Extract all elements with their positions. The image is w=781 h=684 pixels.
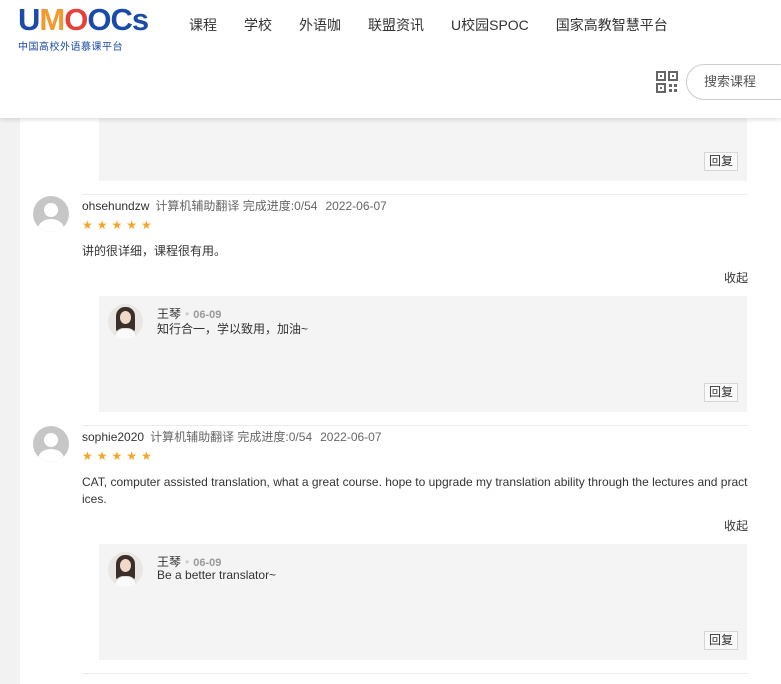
search-input[interactable]: 搜索课程 <box>686 64 781 100</box>
nav-courses[interactable]: 课程 <box>189 15 217 35</box>
review-date: 2022-06-07 <box>320 430 382 444</box>
teacher-avatar[interactable] <box>108 552 143 587</box>
divider <box>82 425 748 426</box>
reply-button[interactable]: 回复 <box>703 631 738 650</box>
review-progress: 完成进度:0/54 <box>242 199 318 213</box>
nav-schools[interactable]: 学校 <box>244 15 272 35</box>
reply-box: 回复 <box>99 118 747 181</box>
divider <box>82 673 748 674</box>
review-meta: ohsehundzw 计算机辅助翻译 完成进度:0/54 2022-06-07 <box>82 197 387 214</box>
reply-box: 王琴 • 06-09 知行合一，学以致用，加油~ 回复 <box>99 296 747 412</box>
review-username[interactable]: ohsehundzw <box>82 199 149 213</box>
avatar[interactable] <box>33 196 69 232</box>
review-username[interactable]: sophie2020 <box>82 430 144 444</box>
qr-code-icon[interactable] <box>656 71 678 93</box>
review-text: 讲的很详细，课程很有用。 <box>82 244 227 258</box>
reply-author-name[interactable]: 王琴 <box>157 555 181 569</box>
rating-stars: ★★★★★ <box>82 218 156 232</box>
review-progress: 完成进度:0/54 <box>237 430 313 444</box>
reply-text: 知行合一，学以致用，加油~ <box>157 322 309 336</box>
avatar[interactable] <box>33 426 69 462</box>
divider <box>82 194 748 195</box>
reply-button[interactable]: 回复 <box>703 383 738 402</box>
review-text: CAT, computer assisted translation, what… <box>82 475 748 506</box>
nav-spoc[interactable]: U校园SPOC <box>451 15 529 35</box>
logo-subtitle: 中国高校外语慕课平台 <box>18 42 123 53</box>
nav-news[interactable]: 联盟资讯 <box>368 15 424 35</box>
umoocs-logo[interactable]: UMOOCs 中国高校外语慕课平台 <box>18 2 149 54</box>
site-header: UMOOCs 中国高校外语慕课平台 课程 学校 外语咖 联盟资讯 U校园SPOC… <box>0 0 781 118</box>
reply-text: Be a better translator~ <box>157 568 277 582</box>
collapse-link[interactable]: 收起 <box>724 269 748 286</box>
review-meta: sophie2020 计算机辅助翻译 完成进度:0/54 2022-06-07 <box>82 428 382 445</box>
nav-waiyuka[interactable]: 外语咖 <box>299 15 341 35</box>
main-nav: 课程 学校 外语咖 联盟资讯 U校园SPOC 国家高教智慧平台 <box>189 15 695 35</box>
teacher-avatar[interactable] <box>108 304 143 339</box>
review-course: 计算机辅助翻译 <box>150 430 235 444</box>
review-course: 计算机辅助翻译 <box>155 199 240 213</box>
reply-author-name[interactable]: 王琴 <box>157 307 181 321</box>
rating-stars: ★★★★★ <box>82 449 156 463</box>
reply-button[interactable]: 回复 <box>703 152 738 171</box>
reviews-panel: 回复 ohsehundzw 计算机辅助翻译 完成进度:0/54 2022-06-07… <box>20 118 781 684</box>
collapse-link[interactable]: 收起 <box>724 517 748 534</box>
reply-box: 王琴 • 06-09 Be a better translator~ 回复 <box>99 544 747 660</box>
nav-smart-platform[interactable]: 国家高教智慧平台 <box>556 15 668 35</box>
review-date: 2022-06-07 <box>325 199 387 213</box>
logo-wordmark: UMOOCs <box>18 2 149 37</box>
